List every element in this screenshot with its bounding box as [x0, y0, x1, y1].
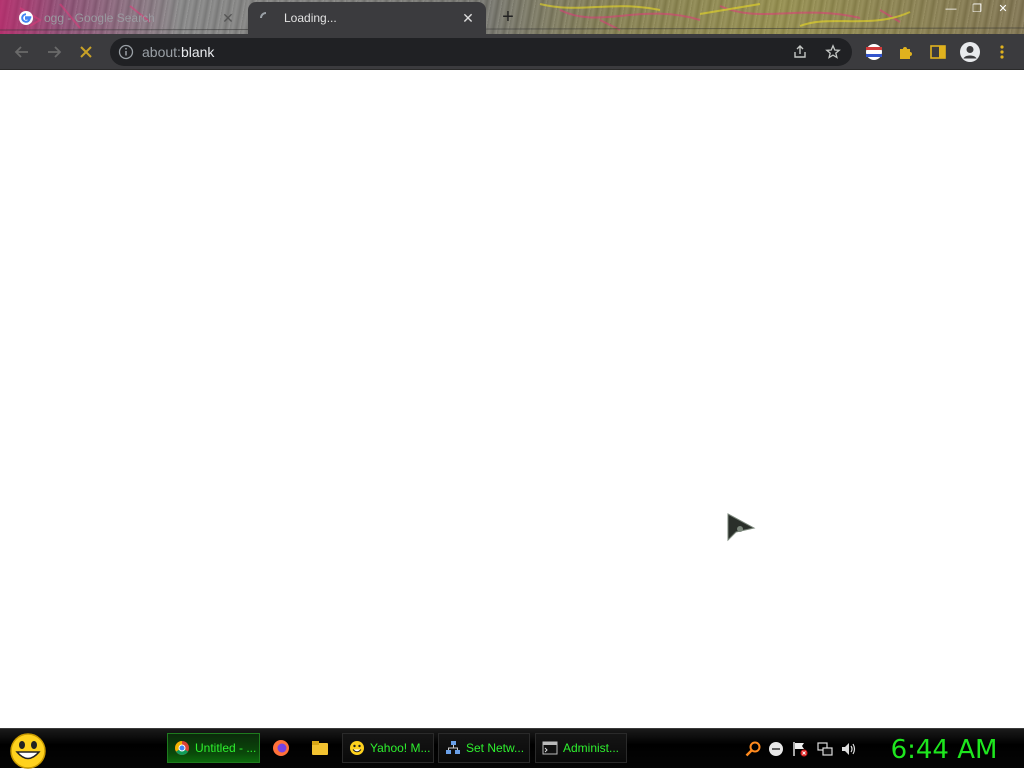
taskbar-item-label: Administ...	[563, 741, 620, 755]
loading-spinner-icon	[260, 12, 267, 19]
side-panel-icon	[930, 45, 946, 59]
start-button[interactable]	[8, 731, 48, 769]
url-text: about:blank	[142, 44, 214, 60]
arrow-left-icon	[14, 46, 28, 58]
info-icon[interactable]	[118, 44, 134, 60]
taskbar-item-network[interactable]: Set Netw...	[438, 733, 530, 763]
url-host: blank	[180, 44, 215, 60]
menu-button[interactable]	[990, 40, 1014, 64]
close-icon[interactable]: ✕	[220, 10, 236, 26]
close-window-button[interactable]: ✕	[990, 0, 1016, 18]
share-button[interactable]	[790, 42, 810, 62]
search-icon[interactable]	[745, 741, 761, 757]
google-icon	[19, 11, 33, 25]
kebab-menu-icon	[1000, 45, 1004, 59]
page-viewport[interactable]	[0, 71, 1024, 728]
action-center-flag-icon[interactable]	[792, 741, 808, 757]
star-icon	[825, 44, 841, 59]
stop-loading-button[interactable]	[74, 40, 98, 64]
volume-icon[interactable]	[841, 741, 857, 757]
tab-google-search[interactable]: ogg - Google Search ✕	[8, 2, 246, 34]
mouse-cursor-icon	[727, 513, 756, 542]
chrome-icon	[175, 741, 189, 755]
taskbar-item-chrome[interactable]: Untitled - ...	[167, 733, 260, 763]
window-controls: — ❐ ✕	[938, 0, 1016, 18]
puzzle-icon	[900, 47, 912, 59]
taskbar-item-label: Yahoo! M...	[370, 741, 431, 755]
yahoo-messenger-icon	[350, 741, 364, 755]
profile-button[interactable]	[958, 40, 982, 64]
profile-extension-button[interactable]	[862, 40, 886, 64]
network-icon	[446, 741, 460, 754]
firefox-icon[interactable]	[272, 739, 290, 757]
network-tray-icon[interactable]	[817, 741, 833, 757]
extensions-button[interactable]	[894, 40, 918, 64]
url-scheme: about:	[142, 44, 181, 60]
taskbar: Untitled - ... Yahoo! M... Set Netw... A…	[0, 728, 1024, 769]
tab-title: ogg - Google Search	[44, 11, 155, 25]
tab-strip: ogg - Google Search ✕ Loading... ✕ + — ❐…	[0, 0, 1024, 34]
taskbar-item-yahoo-messenger[interactable]: Yahoo! M...	[342, 733, 434, 763]
arrow-right-icon	[48, 46, 62, 58]
taskbar-item-command-prompt[interactable]: Administ...	[535, 733, 627, 763]
maximize-button[interactable]: ❐	[964, 0, 990, 18]
taskbar-item-label: Untitled - ...	[195, 741, 257, 755]
back-button[interactable]	[10, 40, 34, 64]
close-icon[interactable]: ✕	[460, 10, 476, 26]
tab-title: Loading...	[284, 11, 337, 25]
browser-toolbar: about:blank	[0, 34, 1024, 70]
command-prompt-icon	[542, 741, 558, 755]
avatar-icon	[960, 42, 980, 62]
taskbar-item-label: Set Netw...	[466, 741, 525, 755]
minimize-button[interactable]: —	[938, 0, 964, 18]
side-panel-button[interactable]	[926, 40, 950, 64]
bookmark-button[interactable]	[823, 42, 843, 62]
clock[interactable]: 6:44 AM	[872, 733, 1016, 767]
folder-icon[interactable]	[311, 739, 329, 757]
stop-icon	[80, 46, 92, 58]
new-tab-button[interactable]: +	[498, 7, 518, 28]
flag-circle-icon	[866, 44, 882, 60]
address-bar[interactable]: about:blank	[110, 38, 852, 66]
share-icon	[794, 45, 806, 58]
tab-loading[interactable]: Loading... ✕	[248, 2, 486, 34]
forward-button[interactable]	[42, 40, 66, 64]
messenger-tray-icon[interactable]	[768, 741, 784, 757]
